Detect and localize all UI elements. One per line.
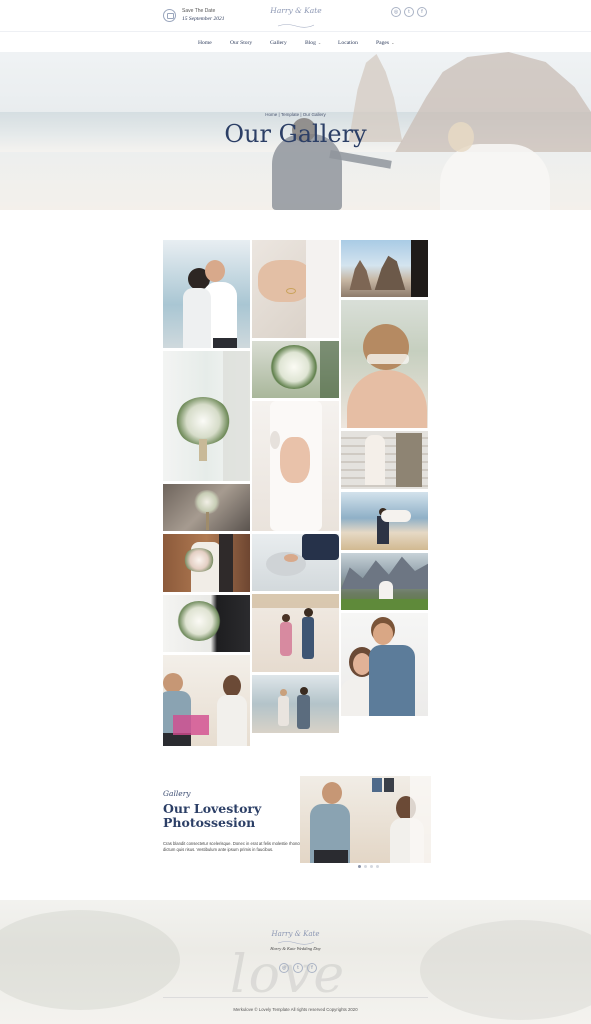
carousel-dot[interactable] bbox=[370, 865, 373, 868]
footer-logo[interactable]: Harry & Kate bbox=[0, 930, 591, 938]
facebook-icon[interactable]: f bbox=[307, 963, 317, 973]
site-logo[interactable]: Harry & Kate bbox=[266, 6, 326, 33]
nav-location[interactable]: Location bbox=[338, 40, 358, 46]
lovestory-title-line2: Photossesion bbox=[163, 815, 256, 830]
gallery-photo-bride-hair[interactable] bbox=[341, 300, 428, 428]
chevron-down-icon: ⌄ bbox=[391, 40, 395, 45]
gallery-photo-small-bouquet[interactable] bbox=[252, 341, 339, 398]
nav-pages[interactable]: Pages ⌄ bbox=[376, 40, 394, 46]
gallery-photo-mountains[interactable] bbox=[341, 553, 428, 610]
gallery-photo-selfie-couple[interactable] bbox=[341, 613, 428, 716]
instagram-icon[interactable]: ◎ bbox=[391, 7, 401, 17]
gallery-photo-rocks-landscape[interactable] bbox=[341, 240, 428, 297]
gallery-photo-bride-hands-dress[interactable] bbox=[252, 401, 339, 531]
page-title: Our Gallery bbox=[224, 120, 367, 148]
lovestory-subtitle: Gallery bbox=[163, 789, 191, 798]
carousel-dot[interactable] bbox=[376, 865, 379, 868]
lovestory-title-line1: Our Lovestory bbox=[163, 801, 262, 816]
carousel-dots bbox=[358, 865, 379, 868]
lovestory-title: Our Lovestory Photossesion bbox=[163, 802, 283, 830]
carousel-dot[interactable] bbox=[358, 865, 361, 868]
gallery-photo-ring-hands[interactable] bbox=[252, 240, 339, 338]
twitter-icon[interactable]: t bbox=[293, 963, 303, 973]
gallery-photo-dancing-kitchen[interactable] bbox=[252, 594, 339, 672]
footer-divider bbox=[163, 997, 428, 998]
twitter-icon[interactable]: t bbox=[404, 7, 414, 17]
copyright: Merkulove © Lovely Template All rights r… bbox=[233, 1007, 358, 1012]
gallery-photo-bride-bouquet-wood[interactable] bbox=[163, 534, 250, 592]
chevron-down-icon: ⌄ bbox=[317, 40, 322, 45]
lovestory-carousel-photo[interactable] bbox=[300, 776, 431, 863]
facebook-icon[interactable]: f bbox=[417, 7, 427, 17]
wedding-date: 15 September 2021 bbox=[182, 16, 225, 22]
gallery-photo-beach-walk[interactable] bbox=[252, 675, 339, 733]
lovestory-text: Cras blandit consectetur scelerisque. Do… bbox=[163, 841, 304, 852]
footer-tagline: Harry & Kate Wedding Day bbox=[270, 946, 321, 951]
gallery-photo-toast-couple[interactable] bbox=[163, 655, 250, 746]
footer: love Harry & Kate Harry & Kate Wedding D… bbox=[0, 900, 591, 1024]
hero-banner: Home | Template | Our Gallery Our Galler… bbox=[0, 52, 591, 210]
footer-haze bbox=[0, 910, 180, 1010]
nav-pages-label: Pages bbox=[376, 40, 390, 46]
save-the-date-label: Save The Date bbox=[182, 8, 216, 14]
nav-our-story[interactable]: Our Story bbox=[230, 40, 252, 46]
site-logo-text: Harry & Kate bbox=[270, 6, 322, 15]
save-the-date: Save The Date 15 September 2021 bbox=[163, 7, 224, 23]
flourish-icon bbox=[277, 24, 315, 28]
gallery-photo-bouquet-window[interactable] bbox=[163, 351, 250, 481]
footer-watermark: love bbox=[230, 945, 347, 1005]
gallery-photo-beach-lift[interactable] bbox=[341, 492, 428, 550]
nav-home[interactable]: Home bbox=[198, 40, 212, 46]
instagram-icon[interactable]: ◎ bbox=[279, 963, 289, 973]
nav-blog[interactable]: Blog ⌄ bbox=[305, 40, 321, 46]
header-social: ◎ t f bbox=[391, 7, 427, 17]
flourish-icon bbox=[277, 941, 315, 945]
gallery-photo-bouquet-rock[interactable] bbox=[163, 484, 250, 531]
footer-social: ◎ t f bbox=[279, 963, 317, 973]
nav-blog-label: Blog bbox=[305, 40, 316, 46]
carousel-dot[interactable] bbox=[364, 865, 367, 868]
main-nav: Home Our Story Gallery Blog ⌄ Location Pa… bbox=[0, 32, 591, 54]
calendar-icon bbox=[163, 8, 176, 22]
top-bar: Save The Date 15 September 2021 Harry & … bbox=[0, 0, 591, 32]
breadcrumb[interactable]: Home | Template | Our Gallery bbox=[0, 112, 591, 117]
nav-gallery[interactable]: Gallery bbox=[270, 40, 287, 46]
gallery-photo-couple-kiss-beach[interactable] bbox=[163, 240, 250, 348]
gallery-photo-bride-stairs[interactable] bbox=[341, 431, 428, 489]
gallery-photo-bouquet-groom[interactable] bbox=[163, 595, 250, 652]
gallery-photo-groom-hand-shoes[interactable] bbox=[252, 534, 339, 591]
